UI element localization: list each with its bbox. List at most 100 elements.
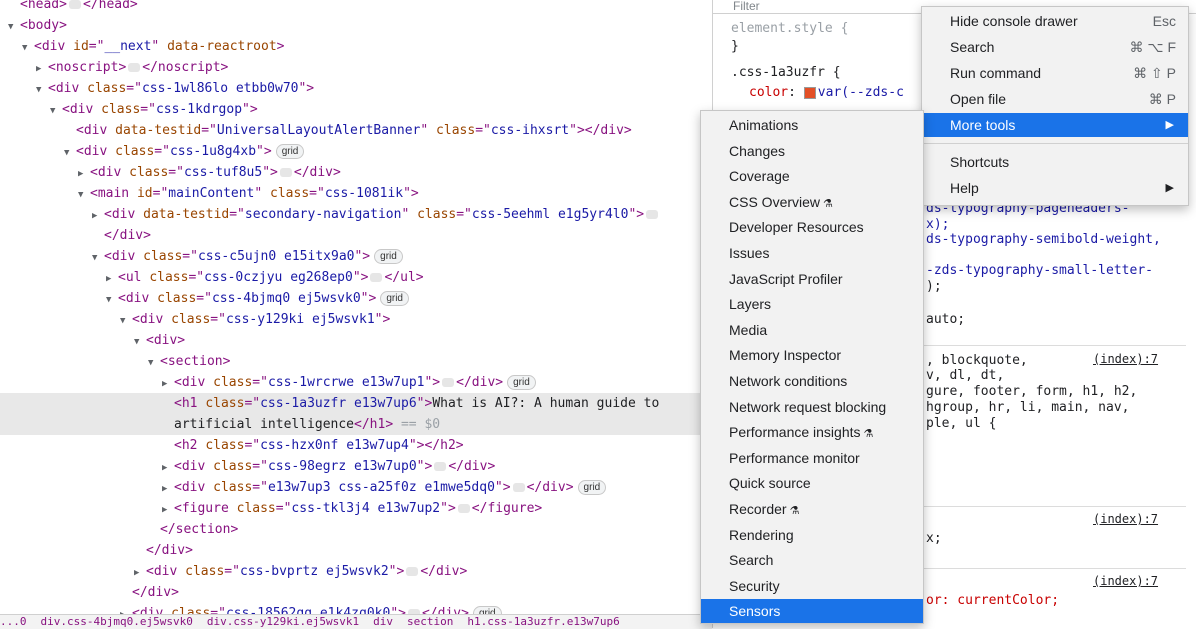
collapse-triangle-icon[interactable]: ▼ [106, 290, 118, 311]
tool-item-coverage[interactable]: Coverage [701, 164, 923, 188]
dom-tree-row[interactable]: ▶ <figure class="css-tkl3j4 e13w7up2"> </f… [0, 498, 712, 519]
menu-item-hide-console-drawer[interactable]: Hide console drawer Esc [922, 9, 1188, 33]
dom-tree-row[interactable]: ▶ <ul class="css-0czjyu eg268ep0"> </ul> [0, 267, 712, 288]
source-link-1[interactable]: (index):7 [1093, 350, 1158, 369]
menu-item-search[interactable]: Search ⌘ ⌥ F [922, 35, 1188, 59]
collapse-triangle-icon[interactable]: ▼ [148, 353, 160, 374]
dom-tree-row[interactable]: <h1 class="css-1a3uzfr e13w7up6">What is… [0, 393, 712, 414]
ellipsis-icon[interactable] [457, 504, 470, 513]
dom-tree-row[interactable]: <head> </head> [0, 0, 712, 15]
tool-item-performance-insights[interactable]: Performance insights ⚗ [701, 420, 923, 444]
breadcrumb-item[interactable]: h1.css-1a3uzfr.e13w7up6 [467, 615, 619, 628]
dom-tree-row[interactable]: ▼ <div class="css-1u8g4xb"> grid [0, 141, 712, 162]
dom-tree-row[interactable]: ▼ <div id="__next" data-reactroot> [0, 36, 712, 57]
tool-item-performance-monitor[interactable]: Performance monitor [701, 446, 923, 470]
dom-tree-row[interactable]: ▶ <div class="css-tuf8u5"> </div> [0, 162, 712, 183]
breadcrumb-item[interactable]: ...0 [0, 615, 27, 628]
breadcrumb-item[interactable]: section [407, 615, 453, 628]
dom-tree-row[interactable]: <h2 class="css-hzx0nf e13w7up4"></h2> [0, 435, 712, 456]
ellipsis-icon[interactable] [406, 567, 419, 576]
expand-triangle-icon[interactable]: ▶ [78, 164, 90, 185]
dom-tree-row[interactable]: ▶ <div class="css-98egrz e13w7up0"> </div> [0, 456, 712, 477]
dom-tree-row[interactable]: ▶ <noscript> </noscript> [0, 57, 712, 78]
tool-item-search[interactable]: Search [701, 548, 923, 572]
grid-badge[interactable]: grid [380, 291, 409, 306]
dom-tree-row[interactable]: ▶ <div class="css-1wrcrwe e13w7up1"> </div… [0, 372, 712, 393]
tool-item-rendering[interactable]: Rendering [701, 523, 923, 547]
collapse-triangle-icon[interactable]: ▼ [22, 38, 34, 59]
tool-item-network-request-blocking[interactable]: Network request blocking [701, 395, 923, 419]
menu-item-run-command[interactable]: Run command ⌘ ⇧ P [922, 61, 1188, 85]
expand-triangle-icon[interactable]: ▶ [162, 500, 174, 521]
color-swatch[interactable] [803, 86, 816, 99]
tool-item-security[interactable]: Security [701, 574, 923, 598]
collapse-triangle-icon[interactable]: ▼ [92, 248, 104, 269]
tool-item-issues[interactable]: Issues [701, 241, 923, 265]
devtools-main-menu[interactable]: Hide console drawer Esc Search ⌘ ⌥ F Run com… [921, 6, 1189, 206]
expand-triangle-icon[interactable]: ▶ [36, 59, 48, 80]
menu-item-more-tools[interactable]: More tools ▶ [922, 113, 1188, 137]
ellipsis-icon[interactable] [512, 483, 525, 492]
grid-badge[interactable]: grid [577, 480, 607, 495]
breadcrumb-item[interactable]: div.css-4bjmq0.ej5wsvk0 [41, 615, 193, 628]
grid-badge[interactable]: grid [275, 144, 305, 159]
tool-item-media[interactable]: Media [701, 318, 923, 342]
tool-item-sensors[interactable]: Sensors [701, 599, 923, 624]
dom-tree-row[interactable]: ▶ <div class="css-bvprtz ej5wsvk2"> </div> [0, 561, 712, 582]
dom-tree-row[interactable]: </div> [0, 225, 712, 246]
grid-badge[interactable]: grid [507, 375, 536, 390]
ellipsis-icon[interactable] [68, 0, 81, 9]
breadcrumb-item[interactable]: div [373, 615, 393, 628]
expand-triangle-icon[interactable]: ▶ [92, 206, 104, 227]
tool-item-changes[interactable]: Changes [701, 139, 923, 163]
dom-tree-row[interactable]: artificial intelligence</h1> == $0 [0, 414, 712, 435]
more-tools-submenu[interactable]: Animations Changes Coverage CSS Overview ⚗ De… [700, 110, 924, 624]
tool-item-animations[interactable]: Animations [701, 113, 923, 137]
ellipsis-icon[interactable] [646, 210, 659, 219]
tool-item-memory-inspector[interactable]: Memory Inspector [701, 343, 923, 367]
menu-item-help[interactable]: Help ▶ [922, 176, 1188, 200]
dom-tree-row[interactable]: ▼ <div class="css-1kdrgop"> [0, 99, 712, 120]
dom-tree-row[interactable]: ▼ <div class="css-y129ki ej5wsvk1"> [0, 309, 712, 330]
tool-item-recorder[interactable]: Recorder ⚗ [701, 497, 923, 521]
dom-tree-row[interactable]: </section> [0, 519, 712, 540]
tool-item-quick-source[interactable]: Quick source [701, 471, 923, 495]
tool-item-javascript-profiler[interactable]: JavaScript Profiler [701, 267, 923, 291]
collapse-triangle-icon[interactable]: ▼ [50, 101, 62, 122]
grid-badge[interactable]: grid [374, 249, 403, 264]
dom-tree-row[interactable]: ▼ <div class="css-4bjmq0 ej5wsvk0"> grid [0, 288, 712, 309]
expand-triangle-icon[interactable]: ▶ [162, 374, 174, 395]
expand-triangle-icon[interactable]: ▶ [134, 563, 146, 584]
dom-tree-row[interactable]: ▶ <div class="e13w7up3 css-a25f0z e1mwe5d… [0, 477, 712, 498]
collapse-triangle-icon[interactable]: ▼ [36, 80, 48, 101]
dom-tree-row[interactable]: ▼ <main id="mainContent" class="css-1081i… [0, 183, 712, 204]
collapse-triangle-icon[interactable]: ▼ [134, 332, 146, 353]
source-link-2[interactable]: (index):7 [1093, 510, 1158, 529]
ellipsis-icon[interactable] [370, 273, 383, 282]
ellipsis-icon[interactable] [434, 462, 447, 471]
color-declaration[interactable]: color: var(--zds-c [749, 84, 904, 102]
collapse-triangle-icon[interactable]: ▼ [120, 311, 132, 332]
menu-item-open-file[interactable]: Open file ⌘ P [922, 87, 1188, 111]
dom-tree-row[interactable]: ▶ <div data-testid="secondary-navigation"… [0, 204, 712, 225]
tool-item-layers[interactable]: Layers [701, 292, 923, 316]
dom-tree-row[interactable]: ▼ <body> [0, 15, 712, 36]
tool-item-developer-resources[interactable]: Developer Resources [701, 215, 923, 239]
dom-tree-row[interactable]: ▼ <section> [0, 351, 712, 372]
source-link-3[interactable]: (index):7 [1093, 572, 1158, 591]
expand-triangle-icon[interactable]: ▶ [162, 479, 174, 500]
dom-tree-row[interactable]: </div> [0, 582, 712, 603]
ellipsis-icon[interactable] [128, 63, 141, 72]
ellipsis-icon[interactable] [442, 378, 455, 387]
collapse-triangle-icon[interactable]: ▼ [8, 17, 20, 38]
tool-item-network-conditions[interactable]: Network conditions [701, 369, 923, 393]
menu-item-shortcuts[interactable]: Shortcuts [922, 150, 1188, 174]
dom-tree-row[interactable]: ▼ <div class="css-c5ujn0 e15itx9a0"> grid [0, 246, 712, 267]
elements-panel[interactable]: <head> </head> ▼ <body> ▼ <div id="__next" da… [0, 0, 712, 628]
breadcrumb-item[interactable]: div.css-y129ki.ej5wsvk1 [207, 615, 359, 628]
dom-tree-row[interactable]: ▼ <div> [0, 330, 712, 351]
dom-tree-row[interactable]: <div data-testid="UniversalLayoutAlertBa… [0, 120, 712, 141]
tool-item-css-overview[interactable]: CSS Overview ⚗ [701, 190, 923, 214]
expand-triangle-icon[interactable]: ▶ [162, 458, 174, 479]
dom-tree-row[interactable]: </div> [0, 540, 712, 561]
